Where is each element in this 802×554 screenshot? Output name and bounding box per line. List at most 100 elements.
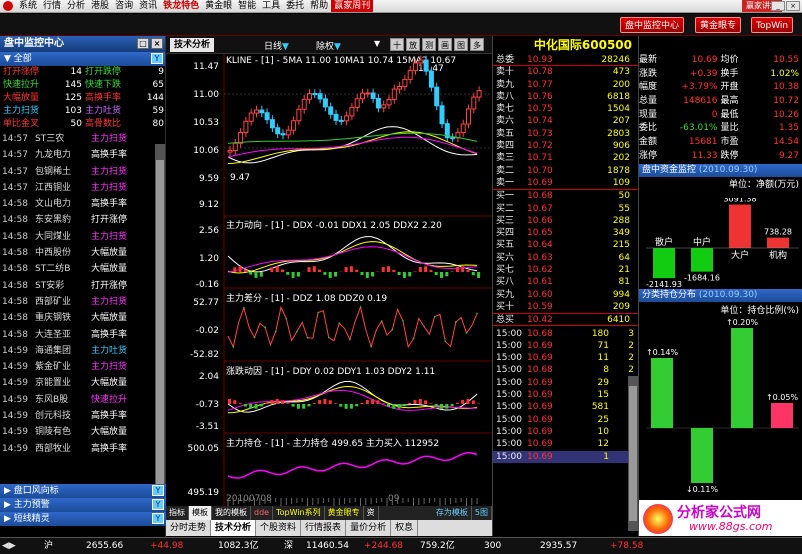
- stat-label[interactable]: 快速拉升: [3, 79, 63, 92]
- signal-row[interactable]: 14:58 东安黑豹 打开涨停: [0, 212, 165, 228]
- menu-item-weekly[interactable]: 赢家周刊: [331, 0, 374, 12]
- buy-row[interactable]: 买四 10.65 349: [493, 227, 638, 239]
- sell-row[interactable]: 卖三 10.71 202: [493, 152, 638, 164]
- signal-row[interactable]: 14:58 大连圣亚 高换手率: [0, 327, 165, 343]
- stat-label[interactable]: 主力扫货: [3, 105, 63, 118]
- filter-all-section[interactable]: ▼ 全部 Y: [0, 52, 165, 66]
- signal-row[interactable]: 14:58 大同煤业 主力扫货: [0, 229, 165, 245]
- signal-row[interactable]: 14:58 重庆钢铁 大幅放量: [0, 310, 165, 326]
- minimize-icon[interactable]: _: [771, 1, 785, 11]
- signal-row[interactable]: 14:59 京能置业 大幅放量: [0, 375, 165, 391]
- signal-row[interactable]: 14:58 西部矿业 主力扫货: [0, 294, 165, 310]
- five-chart-button[interactable]: 5图: [472, 506, 492, 520]
- tab-template[interactable]: 模板: [189, 506, 212, 520]
- menu-item-trade[interactable]: 委托: [283, 0, 307, 12]
- tick-row[interactable]: 15:00 10.68 8 2: [493, 364, 638, 376]
- signal-row[interactable]: 14:59 海通集团 主力吐货: [0, 343, 165, 359]
- sell-row[interactable]: 卖八 10.76 6818: [493, 91, 638, 103]
- section-wind-vane[interactable]: ▶ 盘口风向标 Y: [0, 484, 166, 498]
- sell-row[interactable]: 卖九 10.77 200: [493, 79, 638, 91]
- signal-row[interactable]: 14:58 文山电力 高换手率: [0, 196, 165, 212]
- menu-item-smart[interactable]: 智能: [235, 0, 259, 12]
- tick-row[interactable]: 15:0010.695815: [493, 401, 638, 413]
- signal-row[interactable]: 14:57 江西铜业 主力扫货: [0, 180, 165, 196]
- brand-banner[interactable]: 分析家公式网 www.88gs.com: [639, 500, 802, 536]
- buy-row[interactable]: 买一 10.68 50: [493, 190, 638, 202]
- menu-item-tools[interactable]: 工具: [259, 0, 283, 12]
- sell-row[interactable]: 卖六 10.74 207: [493, 115, 638, 127]
- tab-more[interactable]: 资: [364, 506, 379, 520]
- menu-item-system[interactable]: 系统: [16, 0, 40, 12]
- filter-icon[interactable]: Y: [152, 499, 164, 510]
- filter-icon[interactable]: Y: [152, 513, 164, 524]
- sell-row[interactable]: 卖二 10.70 1878: [493, 165, 638, 177]
- tab-technical[interactable]: 技术分析: [211, 520, 257, 536]
- scroll-thumb[interactable]: [629, 386, 637, 521]
- tick-row[interactable]: 15:0010.69296: [493, 377, 638, 389]
- tick-row[interactable]: 15:0010.69153: [493, 389, 638, 401]
- tab-topwin[interactable]: TopWin系列: [273, 506, 325, 520]
- signal-list-scrollbar[interactable]: [155, 144, 165, 519]
- signal-row[interactable]: 14:59 东风B股 快速拉升: [0, 392, 165, 408]
- tick-row[interactable]: 15:0010.69253: [493, 414, 638, 426]
- sell-row[interactable]: 卖四 10.72 906: [493, 140, 638, 152]
- filter-icon[interactable]: Y: [152, 485, 164, 496]
- tick-row[interactable]: 15:0010.69123: [493, 438, 638, 450]
- menu-item-help[interactable]: 帮助: [307, 0, 331, 12]
- menu-item-quotes[interactable]: 行情: [40, 0, 64, 12]
- buy-row[interactable]: 买七 10.62 21: [493, 264, 638, 276]
- sell-row[interactable]: 卖一 10.69 109: [493, 177, 638, 189]
- signal-row[interactable]: 14:59 创元科技 高换手率: [0, 408, 165, 424]
- save-template-button[interactable]: 存为模板: [433, 506, 472, 520]
- buy-row[interactable]: 买二 10.67 55: [493, 203, 638, 215]
- buy-row[interactable]: 买八 10.61 81: [493, 276, 638, 288]
- menu-item-analysis[interactable]: 分析: [64, 0, 88, 12]
- stat-label[interactable]: 单比金叉: [3, 118, 63, 131]
- signal-row[interactable]: 14:57 包钢稀土 主力扫货: [0, 164, 165, 180]
- close-icon[interactable]: ×: [151, 38, 163, 49]
- sell-row[interactable]: 卖七 10.75 1504: [493, 103, 638, 115]
- tab-stock-info[interactable]: 个股资料: [256, 520, 302, 536]
- buy-row[interactable]: 买六 10.63 64: [493, 252, 638, 264]
- tab-my-template[interactable]: 我的模板: [212, 506, 251, 520]
- tab-quote-report[interactable]: 行情报表: [301, 520, 347, 536]
- tick-scrollbar[interactable]: [628, 376, 638, 531]
- stat-label[interactable]: 快速下跌: [85, 79, 145, 92]
- tick-row[interactable]: 15:00 10.69 11 2: [493, 352, 638, 364]
- section-short-spirit[interactable]: ▶ 短线精灵 Y: [0, 512, 166, 526]
- tab-dde[interactable]: dde: [251, 506, 274, 520]
- signal-row[interactable]: 14:58 ST安彩 打开涨停: [0, 278, 165, 294]
- filter-icon[interactable]: Y: [151, 53, 163, 64]
- tab-intraday[interactable]: 分时走势: [166, 520, 212, 536]
- monitor-center-button[interactable]: 盘中监控中心: [620, 17, 685, 33]
- close-icon[interactable]: ×: [786, 1, 800, 11]
- tab-volume-price[interactable]: 量价分析: [346, 520, 392, 536]
- tab-indicator[interactable]: 指标: [166, 506, 189, 520]
- signal-row[interactable]: 14:58 中西股份 大幅放量: [0, 245, 165, 261]
- menu-item-golden-eye[interactable]: 黄金眼: [202, 0, 235, 12]
- stat-label[interactable]: 打开跌停: [85, 66, 145, 79]
- stat-label[interactable]: 主力吐货: [85, 105, 145, 118]
- buy-row[interactable]: 买五 10.64 215: [493, 239, 638, 251]
- signal-row[interactable]: 14:58 ST二纺B 大幅放量: [0, 261, 165, 277]
- tab-dividend[interactable]: 权息: [391, 520, 419, 536]
- menu-item-hk[interactable]: 港股: [88, 0, 112, 12]
- signal-row[interactable]: 14:59 铜陵有色 大幅放量: [0, 424, 165, 440]
- signal-row[interactable]: 14:57 ST三农 主力扫货: [0, 131, 165, 147]
- tick-row[interactable]: 15:0010.69103: [493, 426, 638, 438]
- pin-icon[interactable]: □: [137, 38, 149, 49]
- tick-row[interactable]: 15:0010.6911: [493, 450, 638, 463]
- signal-row[interactable]: 14:57 九龙电力 高换手率: [0, 147, 165, 163]
- section-main-alert[interactable]: ▶ 主力预警 Y: [0, 498, 166, 512]
- indicator-charts[interactable]: [166, 36, 492, 518]
- topwin-button[interactable]: TopWin: [751, 17, 794, 33]
- tick-row[interactable]: 15:00 10.68 180 3: [493, 328, 638, 340]
- menu-item-tielong[interactable]: 铁龙特色: [160, 0, 202, 12]
- buy-row[interactable]: 买十 10.59 209: [493, 301, 638, 313]
- menu-item-consult[interactable]: 咨询: [112, 0, 136, 12]
- stat-label[interactable]: 打开涨停: [3, 66, 63, 79]
- golden-eye-button[interactable]: 黄金眼专: [695, 17, 742, 33]
- stat-label[interactable]: 高换手率: [85, 92, 145, 105]
- sell-row[interactable]: 卖五 10.73 2803: [493, 128, 638, 140]
- tick-row[interactable]: 15:00 10.69 71 2: [493, 340, 638, 352]
